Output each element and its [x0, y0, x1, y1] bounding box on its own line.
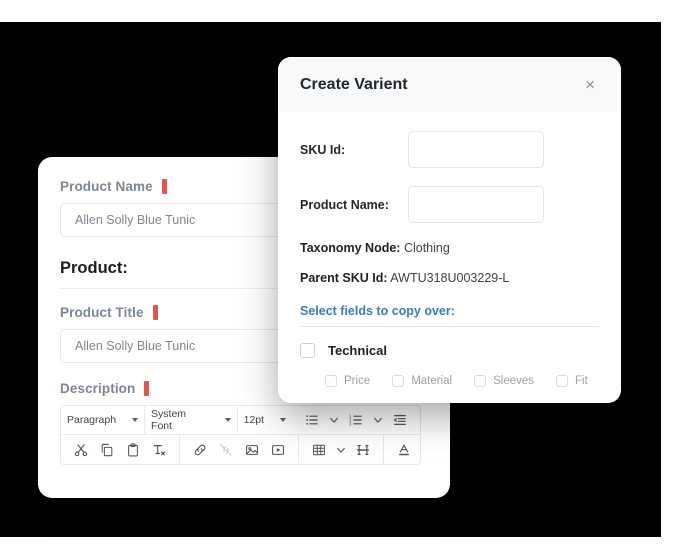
- modal-header: Create Varient ×: [278, 57, 621, 112]
- sub-field-fit[interactable]: Fit: [556, 375, 588, 387]
- fit-label: Fit: [575, 375, 588, 387]
- list-tools-group: 1 2 3: [292, 406, 420, 434]
- technical-checkbox[interactable]: [300, 343, 315, 358]
- text-color-group: [383, 435, 420, 464]
- video-icon[interactable]: [265, 435, 291, 464]
- taxonomy-node-key: Taxonomy Node:: [300, 241, 401, 255]
- required-marker-icon: [161, 179, 167, 194]
- unordered-list-icon[interactable]: [299, 406, 325, 434]
- description-label-text: Description: [60, 381, 136, 396]
- technical-sub-fields: Price Material Sleeves Fit: [325, 375, 599, 387]
- select-fields-divider: [300, 326, 599, 327]
- font-family-select[interactable]: System Font: [144, 406, 237, 434]
- font-size-value: 12pt: [243, 414, 264, 426]
- modal-body: SKU Id: Product Name: Taxonomy Node: Clo…: [278, 112, 621, 387]
- sub-field-material[interactable]: Material: [392, 375, 452, 387]
- paste-icon[interactable]: [120, 435, 146, 464]
- font-family-value: System Font: [151, 408, 187, 432]
- cut-icon[interactable]: [68, 435, 94, 464]
- editor-toolbar-row-2: [61, 434, 420, 464]
- font-size-select[interactable]: 12pt: [236, 406, 292, 434]
- create-variant-modal: Create Varient × SKU Id: Product Name: T…: [278, 57, 621, 403]
- chevron-down-icon[interactable]: [332, 435, 350, 464]
- sleeves-checkbox[interactable]: [474, 375, 487, 387]
- unlink-icon[interactable]: [213, 435, 239, 464]
- price-label: Price: [344, 375, 371, 387]
- text-color-icon[interactable]: [391, 435, 417, 464]
- taxonomy-node-value: Clothing: [400, 241, 450, 255]
- sleeves-label: Sleeves: [493, 375, 535, 387]
- taxonomy-node-row: Taxonomy Node: Clothing: [300, 241, 599, 255]
- editor-toolbar-row-1: Paragraph System Font 12pt 1 2 3: [61, 406, 420, 434]
- svg-text:3: 3: [349, 422, 352, 427]
- table-tools-group: [298, 435, 383, 464]
- parent-sku-row: Parent SKU Id: AWTU318U003229-L: [300, 271, 599, 285]
- copy-icon[interactable]: [94, 435, 120, 464]
- price-checkbox[interactable]: [325, 375, 337, 387]
- material-checkbox[interactable]: [392, 375, 405, 387]
- ordered-list-icon[interactable]: 1 2 3: [343, 406, 369, 434]
- sku-id-row: SKU Id:: [300, 131, 599, 168]
- sub-field-price[interactable]: Price: [325, 375, 370, 387]
- required-marker-icon: [144, 381, 150, 396]
- parent-sku-key: Parent SKU Id:: [300, 271, 388, 285]
- chevron-down-icon[interactable]: [369, 406, 387, 434]
- chevron-down-icon[interactable]: [417, 435, 420, 464]
- technical-checkbox-label: Technical: [328, 343, 388, 358]
- table-icon[interactable]: [306, 435, 332, 464]
- rich-text-editor: Paragraph System Font 12pt 1 2 3: [60, 405, 421, 465]
- sku-id-label: SKU Id:: [300, 142, 346, 157]
- modal-product-name-input[interactable]: [408, 186, 544, 223]
- product-name-label-text: Product Name: [60, 179, 153, 194]
- close-icon[interactable]: ×: [581, 73, 599, 96]
- parent-sku-value: AWTU318U003229-L: [387, 271, 510, 285]
- modal-title: Create Varient: [300, 75, 408, 93]
- product-name-row: Product Name:: [300, 186, 599, 223]
- clear-formatting-icon[interactable]: [146, 435, 172, 464]
- material-label: Material: [411, 375, 453, 387]
- chevron-down-icon[interactable]: [325, 406, 343, 434]
- block-format-value: Paragraph: [67, 414, 117, 426]
- insert-tools-group: [179, 435, 298, 464]
- required-marker-icon: [152, 305, 158, 320]
- product-title-input-value: Allen Solly Blue Tunic: [75, 339, 196, 353]
- horizontal-rule-icon[interactable]: [350, 435, 376, 464]
- outdent-icon[interactable]: [387, 406, 413, 434]
- technical-checkbox-row[interactable]: Technical: [300, 343, 599, 358]
- screenshot-stage: Product Name Allen Solly Blue Tunic Prod…: [0, 0, 681, 560]
- image-icon[interactable]: [239, 435, 265, 464]
- sub-field-sleeves[interactable]: Sleeves: [474, 375, 534, 387]
- product-name-input-value: Allen Solly Blue Tunic: [75, 213, 196, 227]
- link-icon[interactable]: [187, 435, 213, 464]
- chevron-down-icon: [280, 418, 286, 422]
- sku-id-input[interactable]: [408, 131, 544, 168]
- clipboard-tools-group: [61, 435, 179, 464]
- chevron-down-icon: [224, 418, 231, 422]
- chevron-down-icon: [132, 418, 139, 422]
- block-format-select[interactable]: Paragraph: [61, 406, 144, 434]
- modal-product-name-label: Product Name:: [300, 197, 389, 212]
- select-fields-link[interactable]: Select fields to copy over:: [300, 301, 599, 318]
- product-title-label-text: Product Title: [60, 305, 144, 320]
- fit-checkbox[interactable]: [556, 375, 569, 387]
